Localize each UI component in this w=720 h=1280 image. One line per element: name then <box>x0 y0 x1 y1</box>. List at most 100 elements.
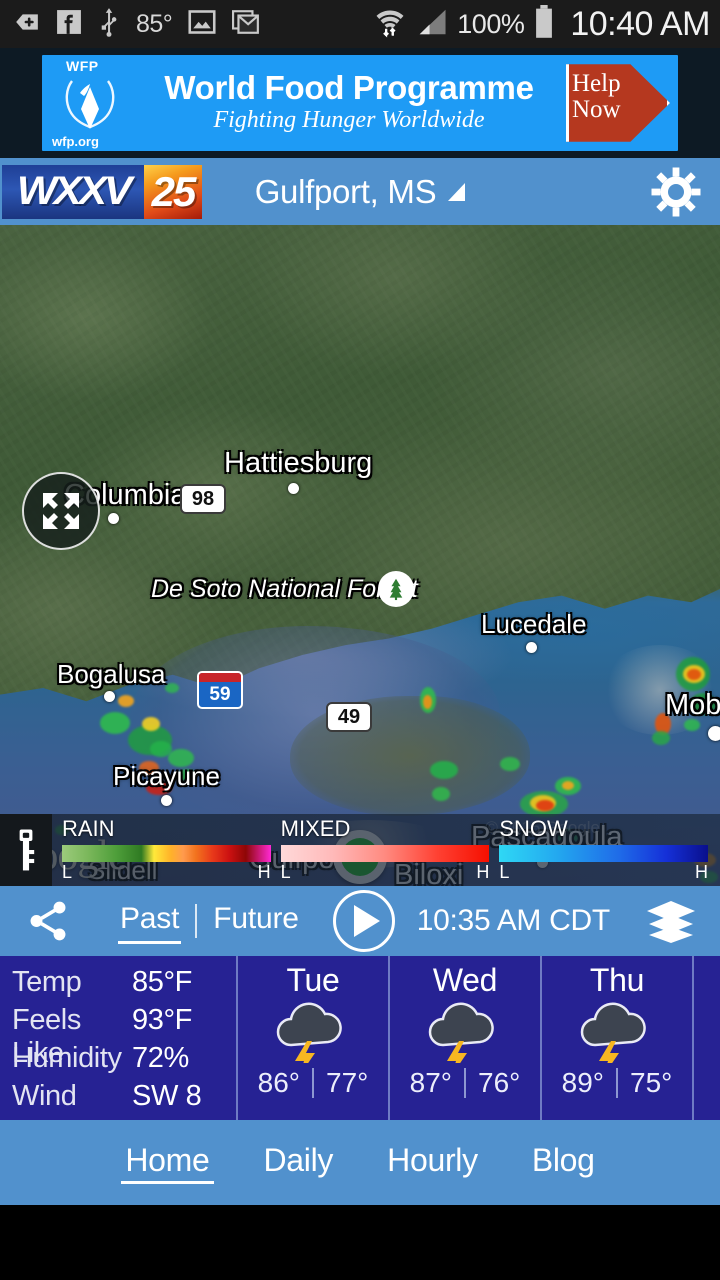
tab-future[interactable]: Future <box>197 900 315 942</box>
legend-scales: RAIN L H MIXED L H SNOW L H <box>52 814 720 886</box>
conditions-forecast-panel: Temp 85°F Feels Like 93°F Humidity 72% W… <box>0 956 720 1120</box>
forecast-high: 86° <box>257 1067 300 1098</box>
map-label: Mob <box>665 689 720 721</box>
us-highway-shield: 98 <box>180 484 226 514</box>
share-button[interactable] <box>20 893 76 949</box>
location-name: Gulfport, MS <box>254 172 437 210</box>
tab-past[interactable]: Past <box>104 900 195 944</box>
wxxv25-logo[interactable]: WXXV 25 <box>2 164 202 219</box>
nav-item-daily[interactable]: Daily <box>260 1142 338 1184</box>
condition-label: Humidity <box>12 1042 122 1074</box>
facebook-icon <box>56 9 82 40</box>
back-arrow-icon <box>14 9 40 40</box>
legend-high: H <box>257 861 271 882</box>
map-city-dot <box>108 513 119 524</box>
forecast-card[interactable]: Tue 86° 77° <box>238 956 390 1120</box>
nav-item-blog[interactable]: Blog <box>528 1142 599 1184</box>
ad-subtitle: Fighting Hunger Worldwide <box>213 107 485 134</box>
condition-row: Wind SW 8 <box>12 1080 236 1118</box>
condition-row: Humidity 72% <box>12 1042 236 1080</box>
legend-gradient-bar <box>280 844 490 862</box>
gallery-icon <box>188 8 216 41</box>
forecast-card[interactable]: Wed 87° 76° <box>390 956 542 1120</box>
forecast-low: 77° <box>326 1067 369 1098</box>
status-temperature: 85° <box>136 9 173 38</box>
layers-icon <box>647 901 695 943</box>
interstate-shield: 59 <box>197 671 243 709</box>
legend-item-snow: SNOW L H <box>499 815 709 883</box>
map-city-dot <box>526 642 537 653</box>
legend-low: L <box>280 861 291 882</box>
key-icon <box>19 829 35 871</box>
legend-item-mixed: MIXED L H <box>280 817 490 883</box>
ad-title: World Food Programme <box>164 68 534 106</box>
radar-timestamp: 10:35 AM CDT <box>416 904 610 937</box>
time-direction-tabs: Past Future <box>104 900 315 944</box>
nav-item-home[interactable]: Home <box>121 1142 214 1184</box>
radar-playback-bar: Past Future 10:35 AM CDT <box>0 886 720 956</box>
expand-arrows-icon <box>43 493 79 529</box>
wifi-icon <box>373 5 407 44</box>
condition-value: 85°F <box>132 966 192 998</box>
us-highway-shield: 49 <box>326 702 372 732</box>
legend-low: L <box>62 861 73 882</box>
forecast-card[interactable]: Thu 89° 75° <box>542 956 694 1120</box>
wfp-logo: WFP wfp.org <box>42 55 138 151</box>
forecast-high: 87° <box>409 1067 452 1098</box>
map-city-dot <box>161 795 172 806</box>
condition-row: Feels Like 93°F <box>12 1004 236 1069</box>
logo-channel-number: 25 <box>151 167 197 215</box>
forecast-day: Thu <box>589 962 645 998</box>
map-basemap <box>0 225 720 886</box>
legend-item-rain: RAIN L H <box>62 815 271 883</box>
cell-signal-icon <box>416 7 448 42</box>
temp-divider <box>464 1068 466 1098</box>
legend-low: L <box>499 861 510 882</box>
advertisement-banner[interactable]: WFP wfp.org World Food Programme Fightin… <box>0 48 720 158</box>
forest-marker <box>378 571 414 607</box>
help-now-button[interactable]: Help Now <box>566 59 670 147</box>
weather-app-screen: 85° 100% 10:40 AM WFP wfp.org World Food… <box>0 0 720 1280</box>
play-icon <box>354 905 381 937</box>
gear-icon <box>651 167 701 216</box>
legend-gradient-bar <box>62 844 271 862</box>
thunderstorm-icon <box>571 1001 663 1075</box>
nav-item-hourly[interactable]: Hourly <box>383 1142 482 1184</box>
legend-high: H <box>476 861 490 882</box>
usb-icon <box>98 7 120 42</box>
play-button[interactable] <box>332 890 395 952</box>
radar-map[interactable]: Hattiesburg Columbia De Soto National Fo… <box>0 225 720 886</box>
status-clock: 10:40 AM <box>570 4 710 43</box>
legend-key-button[interactable] <box>0 814 52 886</box>
thunderstorm-icon <box>267 1001 359 1075</box>
logo-callsign: WXXV <box>16 169 132 213</box>
legend-title: SNOW <box>499 815 568 841</box>
map-city-dot <box>708 726 720 741</box>
ad-content[interactable]: WFP wfp.org World Food Programme Fightin… <box>42 55 678 151</box>
battery-percent: 100% <box>457 8 525 39</box>
condition-row: Temp 85°F <box>12 966 236 1004</box>
map-label: Bogalusa <box>57 659 166 689</box>
app-header: WXXV 25 Gulfport, MS <box>0 158 720 225</box>
forecast-high: 89° <box>561 1067 604 1098</box>
settings-button[interactable] <box>650 166 702 218</box>
forecast-low: 75° <box>630 1067 673 1098</box>
cta-line-1: Help <box>572 70 621 97</box>
android-status-bar: 85° 100% 10:40 AM <box>0 0 720 48</box>
temp-divider <box>616 1068 618 1098</box>
legend-high: H <box>695 861 709 882</box>
radar-legend: RAIN L H MIXED L H SNOW L H <box>0 814 720 886</box>
condition-value: 93°F <box>132 1004 192 1036</box>
temp-divider <box>312 1068 314 1098</box>
gmail-icon <box>232 8 260 41</box>
forecast-card-partial[interactable]: 8 <box>694 956 720 1120</box>
wfp-logo-url-text: wfp.org <box>52 134 99 149</box>
cta-line-2: Now <box>572 96 621 124</box>
condition-value: 72% <box>132 1042 189 1074</box>
ad-text-block: World Food Programme Fighting Hunger Wor… <box>138 68 566 136</box>
map-layers-button[interactable] <box>642 893 700 949</box>
legend-title: RAIN <box>62 815 115 841</box>
forecast-strip[interactable]: Tue 86° 77° Wed 87° 76° Thu 89° 75° <box>238 956 720 1120</box>
fullscreen-expand-button[interactable] <box>22 472 100 550</box>
forecast-low: 76° <box>478 1067 521 1098</box>
